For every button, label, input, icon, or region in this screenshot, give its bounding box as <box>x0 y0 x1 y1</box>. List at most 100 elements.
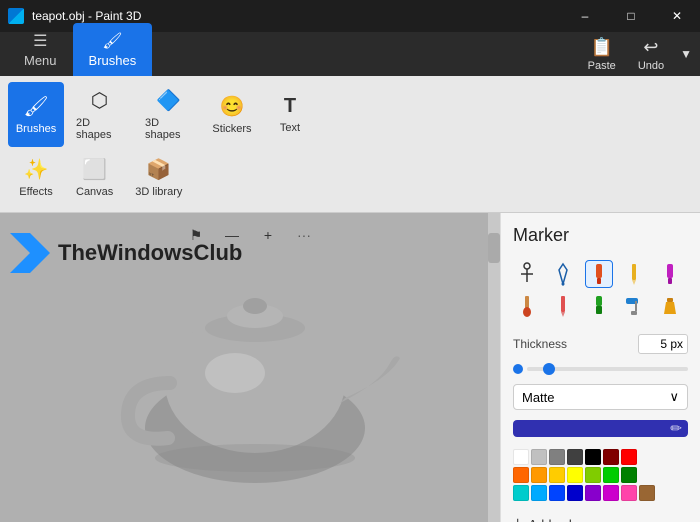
color-empty2 <box>657 449 673 465</box>
color-empty3 <box>675 449 691 465</box>
eyedropper-icon[interactable]: ✏ <box>670 420 682 437</box>
brush-marker[interactable] <box>585 260 613 288</box>
canvas-area[interactable]: ⚑ — + ··· TheWindowsClub <box>0 213 500 522</box>
thickness-slider[interactable] <box>527 367 688 371</box>
3dshapes-icon: 🔷 <box>156 88 181 113</box>
color-lightgray[interactable] <box>531 449 547 465</box>
zoom-in-button[interactable]: + <box>254 221 282 249</box>
tool-brushes-label: Brushes <box>16 123 56 135</box>
content-area: ⚑ — + ··· TheWindowsClub <box>0 213 700 522</box>
text-icon: T <box>284 95 296 118</box>
undo-button[interactable]: ↩ Undo <box>628 33 674 76</box>
thickness-input[interactable] <box>638 334 688 354</box>
color-magenta[interactable] <box>603 485 619 501</box>
stickers-icon: 😊 <box>220 94 245 119</box>
tab-brushes[interactable]: 🖌 Brushes <box>73 23 153 76</box>
brush-pencil[interactable] <box>620 260 648 288</box>
slider-thumb[interactable] <box>543 363 555 375</box>
tool-3dlibrary[interactable]: 📦 3D library <box>125 151 192 204</box>
brush-bucket[interactable] <box>656 292 684 320</box>
color-green[interactable] <box>603 467 619 483</box>
effects-icon: ✨ <box>24 157 49 182</box>
color-pink[interactable] <box>621 485 637 501</box>
maximize-button[interactable]: □ <box>608 0 654 32</box>
brush-pencil2[interactable] <box>549 292 577 320</box>
tool-canvas[interactable]: ⬜ Canvas <box>66 151 123 204</box>
color-yellow[interactable] <box>549 467 565 483</box>
color-white[interactable] <box>513 449 529 465</box>
menu-icon: ☰ <box>33 31 47 51</box>
right-panel: Marker <box>500 213 700 522</box>
color-red[interactable] <box>621 449 637 465</box>
brush-calligraphy[interactable] <box>513 260 541 288</box>
add-color-plus-icon: + <box>513 515 522 522</box>
scrollbar-thumb[interactable] <box>488 233 500 263</box>
tool-brushes[interactable]: 🖌 Brushes <box>8 82 64 147</box>
tool-panel: 🖌 Brushes ⬡ 2D shapes 🔷 3D shapes 😊 Stic… <box>0 76 700 213</box>
brush-marker3[interactable] <box>585 292 613 320</box>
tab-menu[interactable]: ☰ Menu <box>8 23 73 76</box>
brush-pen[interactable] <box>549 260 577 288</box>
flag-button[interactable]: ⚑ <box>182 221 210 249</box>
tool-3dlibrary-label: 3D library <box>135 186 182 198</box>
vertical-scrollbar[interactable] <box>488 213 500 522</box>
tool-effects-label: Effects <box>19 186 52 198</box>
ribbon-expand-arrow[interactable]: ▼ <box>676 39 696 69</box>
watermark-logo <box>10 233 50 273</box>
color-empty8 <box>675 485 691 501</box>
color-amber[interactable] <box>531 467 547 483</box>
color-darkgray[interactable] <box>567 449 583 465</box>
panel-title: Marker <box>513 225 688 246</box>
tool-stickers[interactable]: 😊 Stickers <box>204 82 260 147</box>
add-color-label: Add color <box>528 517 583 522</box>
color-palette <box>513 449 688 501</box>
app-window: teapot.obj - Paint 3D – □ ✕ ☰ Menu 🖌 Bru… <box>0 0 700 522</box>
paste-button[interactable]: 📋 Paste <box>578 33 626 76</box>
color-brown[interactable] <box>639 485 655 501</box>
brush-marker2[interactable] <box>656 260 684 288</box>
color-lime[interactable] <box>585 467 601 483</box>
color-skyblue[interactable] <box>531 485 547 501</box>
close-button[interactable]: ✕ <box>654 0 700 32</box>
color-darkgreen[interactable] <box>621 467 637 483</box>
tool-2dshapes[interactable]: ⬡ 2D shapes <box>66 82 133 147</box>
paste-icon: 📋 <box>591 37 613 58</box>
material-dropdown[interactable]: Matte ∨ <box>513 384 688 410</box>
tool-3dshapes[interactable]: 🔷 3D shapes <box>135 82 202 147</box>
thickness-dot <box>513 364 523 374</box>
color-darkblue[interactable] <box>567 485 583 501</box>
paste-label: Paste <box>588 60 616 72</box>
brush-roller[interactable] <box>620 292 648 320</box>
brush-brush2[interactable] <box>513 292 541 320</box>
undo-label: Undo <box>638 60 664 72</box>
more-button[interactable]: ··· <box>290 221 318 249</box>
tool-3dshapes-label: 3D shapes <box>145 117 192 141</box>
tool-text[interactable]: T Text <box>262 82 318 147</box>
color-blue[interactable] <box>549 485 565 501</box>
tool-canvas-label: Canvas <box>76 186 113 198</box>
zoom-out-button[interactable]: — <box>218 221 246 249</box>
ribbon-tabs: ☰ Menu 🖌 Brushes <box>0 32 152 76</box>
tool-effects[interactable]: ✨ Effects <box>8 151 64 204</box>
brushes-tab-icon: 🖌 <box>102 31 122 51</box>
color-empty4 <box>639 467 655 483</box>
color-gray[interactable] <box>549 449 565 465</box>
color-black[interactable] <box>585 449 601 465</box>
color-orange[interactable] <box>513 467 529 483</box>
ribbon-quick-actions: 📋 Paste ↩ Undo ▼ <box>578 33 700 76</box>
tool-stickers-label: Stickers <box>212 123 251 135</box>
color-cyan[interactable] <box>513 485 529 501</box>
minimize-button[interactable]: – <box>562 0 608 32</box>
color-swatch[interactable]: ✏ <box>513 420 688 437</box>
undo-icon: ↩ <box>643 37 658 58</box>
color-brightyellow[interactable] <box>567 467 583 483</box>
add-color-row[interactable]: + Add color <box>513 511 688 522</box>
color-purple[interactable] <box>585 485 601 501</box>
dropdown-chevron: ∨ <box>669 389 679 405</box>
canvas-toolbar: ⚑ — + ··· <box>182 221 318 249</box>
color-empty6 <box>675 467 691 483</box>
material-label: Matte <box>522 390 555 405</box>
color-darkred[interactable] <box>603 449 619 465</box>
thickness-slider-row <box>513 364 688 374</box>
3dlibrary-icon: 📦 <box>146 157 171 182</box>
